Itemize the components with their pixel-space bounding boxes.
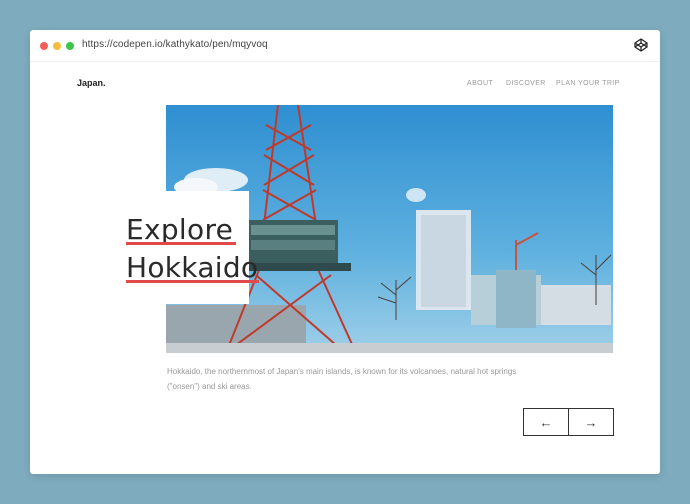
hero-description: Hokkaido, the northernmost of Japan's ma… [167,367,517,391]
brand-logo[interactable]: Japan. [77,78,106,88]
title-underline [126,280,259,283]
slider-controls: ← → [523,408,614,436]
close-window-dot[interactable] [40,42,48,50]
title-underline [126,242,236,245]
next-slide-button[interactable]: → [569,409,613,435]
hero-title-card: Explore Hokkaido [88,191,259,304]
maximize-window-dot[interactable] [66,42,74,50]
previous-slide-button[interactable]: ← [524,409,569,435]
minimize-window-dot[interactable] [53,42,61,50]
browser-titlebar: https://codepen.io/kathykato/pen/mqyvoq [30,30,660,62]
codepen-icon[interactable] [634,38,648,52]
nav-link-discover[interactable]: DISCOVER [506,80,546,87]
browser-window: https://codepen.io/kathykato/pen/mqyvoq … [30,30,660,474]
nav-link-plan-your-trip[interactable]: PLAN YOUR TRIP [556,80,620,87]
nav-link-about[interactable]: ABOUT [467,80,493,87]
address-bar-url[interactable]: https://codepen.io/kathykato/pen/mqyvoq [82,39,268,50]
